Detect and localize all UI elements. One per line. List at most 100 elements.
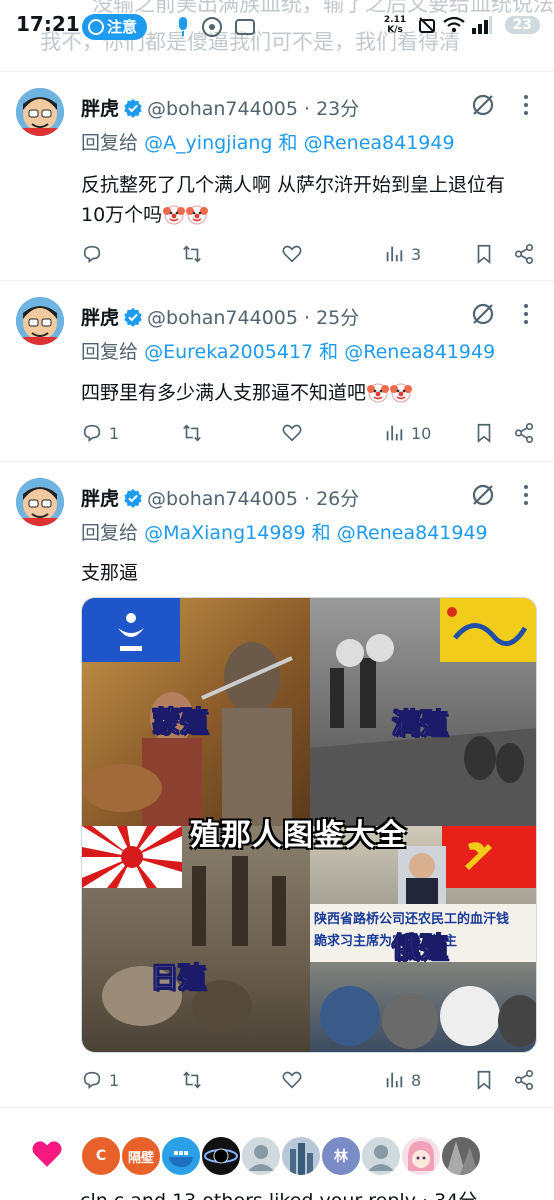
liker-avatar[interactable] — [240, 1135, 282, 1177]
clown-emoji-icon — [390, 383, 413, 403]
grok-icon[interactable] — [470, 482, 496, 508]
views-count: 10 — [411, 423, 432, 443]
liker-avatar[interactable] — [360, 1135, 402, 1177]
tweet-actions: 1 8 — [81, 1066, 541, 1094]
bookmark-button[interactable] — [473, 240, 495, 268]
liker-avatar[interactable] — [160, 1135, 202, 1177]
views-button[interactable]: 10 — [383, 419, 431, 447]
reply-count: 1 — [109, 1070, 120, 1090]
tweet[interactable]: 胖虎 @bohan744005 · 23分 回复给 @A_yingjiang 和 … — [0, 72, 554, 280]
bookmark-button[interactable] — [473, 1066, 495, 1094]
avatar[interactable] — [16, 88, 64, 136]
reply-icon — [83, 424, 101, 442]
heart-icon — [282, 1071, 302, 1089]
more-options-icon[interactable] — [516, 92, 536, 118]
tweet-header: 胖虎 @bohan744005 · 23分 — [81, 94, 359, 121]
tweet-text: 四野里有多少满人支那逼不知道吧 — [81, 378, 541, 408]
status-time: 17:21 — [16, 12, 80, 36]
display-name[interactable]: 胖虎 — [81, 307, 119, 329]
handle[interactable]: @bohan744005 — [147, 488, 298, 510]
tweet-text-line: 四野里有多少满人支那逼不知道吧 — [81, 382, 367, 404]
views-button[interactable]: 3 — [383, 240, 421, 268]
avatar-letter: 隔壁 — [127, 1150, 154, 1166]
views-count: 8 — [411, 1070, 422, 1090]
reply-context: 回复给 @A_yingjiang 和 @Renea841949 — [81, 128, 455, 155]
tweet-header: 胖虎 @bohan744005 · 26分 — [81, 484, 359, 511]
verified-badge-icon — [124, 307, 142, 327]
bookmark-button[interactable] — [473, 419, 495, 447]
japan-scene-illustration — [82, 826, 286, 1032]
city-avatar-icon — [290, 1143, 313, 1175]
status-bar: 没输之前美出满族血统，输了之后又要给血统说法 我不，你们都是傻逼我们可不是，我们… — [0, 0, 554, 56]
mention-link[interactable]: @Eureka2005417 — [144, 341, 313, 363]
liker-avatar[interactable] — [440, 1135, 482, 1177]
liker-avatar[interactable] — [400, 1135, 442, 1177]
app-icon — [201, 16, 223, 42]
reply-and[interactable]: 和 — [279, 132, 298, 154]
avatar[interactable] — [16, 297, 64, 345]
display-name[interactable]: 胖虎 — [81, 98, 119, 120]
clown-emoji-icon — [367, 383, 390, 403]
handle[interactable]: @bohan744005 — [147, 307, 298, 329]
reply-button[interactable] — [81, 240, 109, 268]
liker-avatar[interactable] — [200, 1135, 242, 1177]
heart-icon — [282, 424, 302, 442]
tweet-text: 反抗整死了几个满人啊 从萨尔浒开始到皇上退位有 10万个吗 — [81, 170, 541, 230]
retweet-button[interactable] — [181, 419, 203, 447]
app-icon-2 — [234, 16, 256, 42]
tweet[interactable]: 胖虎 @bohan744005 · 25分 回复给 @Eureka2005417 … — [0, 281, 554, 461]
reply-and[interactable]: 和 — [319, 341, 338, 363]
views-count: 3 — [411, 244, 422, 264]
liker-avatar[interactable]: C — [80, 1135, 122, 1177]
more-options-icon[interactable] — [516, 301, 536, 327]
retweet-button[interactable] — [181, 1066, 203, 1094]
mention-link[interactable]: @Renea841949 — [344, 341, 495, 363]
liker-avatar[interactable]: 林 — [320, 1135, 362, 1177]
separator-dot: · — [297, 307, 317, 329]
views-button[interactable]: 8 — [383, 1066, 421, 1094]
grok-icon[interactable] — [470, 92, 496, 118]
share-icon — [514, 1070, 534, 1090]
status-right: 2.11 K/s 23 — [384, 14, 540, 40]
retweet-button[interactable] — [181, 240, 203, 268]
tweet-text-line-content: 10万个吗 — [81, 204, 163, 226]
display-name[interactable]: 胖虎 — [81, 488, 119, 510]
alarm-icon — [419, 16, 436, 33]
avatar[interactable] — [16, 478, 64, 526]
tweet-media-image[interactable]: 蒙殖 满殖 日殖 陕西省路桥公司还农民工的血汗钱 跪求习主席为农民工做主 俄殖 … — [81, 597, 537, 1053]
mention-link[interactable]: @Renea841949 — [304, 132, 455, 154]
like-button[interactable] — [281, 1066, 303, 1094]
media-label-manchu: 满殖 — [391, 707, 449, 741]
mention-link[interactable]: @Renea841949 — [337, 522, 488, 544]
timestamp[interactable]: 26分 — [316, 488, 359, 510]
like-button[interactable] — [281, 419, 303, 447]
clock-icon — [88, 19, 104, 35]
separator-dot: · — [297, 488, 317, 510]
grok-icon[interactable] — [470, 301, 496, 327]
share-button[interactable] — [513, 1066, 535, 1094]
timestamp[interactable]: 25分 — [316, 307, 359, 329]
media-quadrant-japan: 日殖 — [82, 826, 310, 1052]
reply-button[interactable]: 1 — [81, 1066, 119, 1094]
handle[interactable]: @bohan744005 — [147, 98, 298, 120]
separator-dot: · — [297, 98, 317, 120]
verified-badge-icon — [124, 488, 142, 508]
liker-avatar[interactable]: 隔壁 — [120, 1135, 162, 1177]
speed-unit: K/s — [387, 24, 403, 35]
like-button[interactable] — [281, 240, 303, 268]
liked-notification[interactable]: C 隔壁 林 cln.c and 13 others liked your re… — [0, 1107, 554, 1200]
share-button[interactable] — [513, 240, 535, 268]
more-options-icon[interactable] — [516, 482, 536, 508]
reply-button[interactable]: 1 — [81, 419, 119, 447]
mention-link[interactable]: @MaXiang14989 — [144, 522, 306, 544]
share-button[interactable] — [513, 419, 535, 447]
reply-and[interactable]: 和 — [312, 522, 331, 544]
liker-avatar[interactable] — [280, 1135, 322, 1177]
notice-pill[interactable]: 注意 — [82, 14, 148, 40]
bar-chart-icon — [386, 246, 403, 262]
heart-filled-icon — [32, 1141, 62, 1167]
media-quadrant-manchu: 满殖 — [310, 598, 536, 826]
timestamp[interactable]: 23分 — [316, 98, 359, 120]
tweet-actions: 3 — [81, 240, 541, 268]
mention-link[interactable]: @A_yingjiang — [144, 132, 272, 154]
